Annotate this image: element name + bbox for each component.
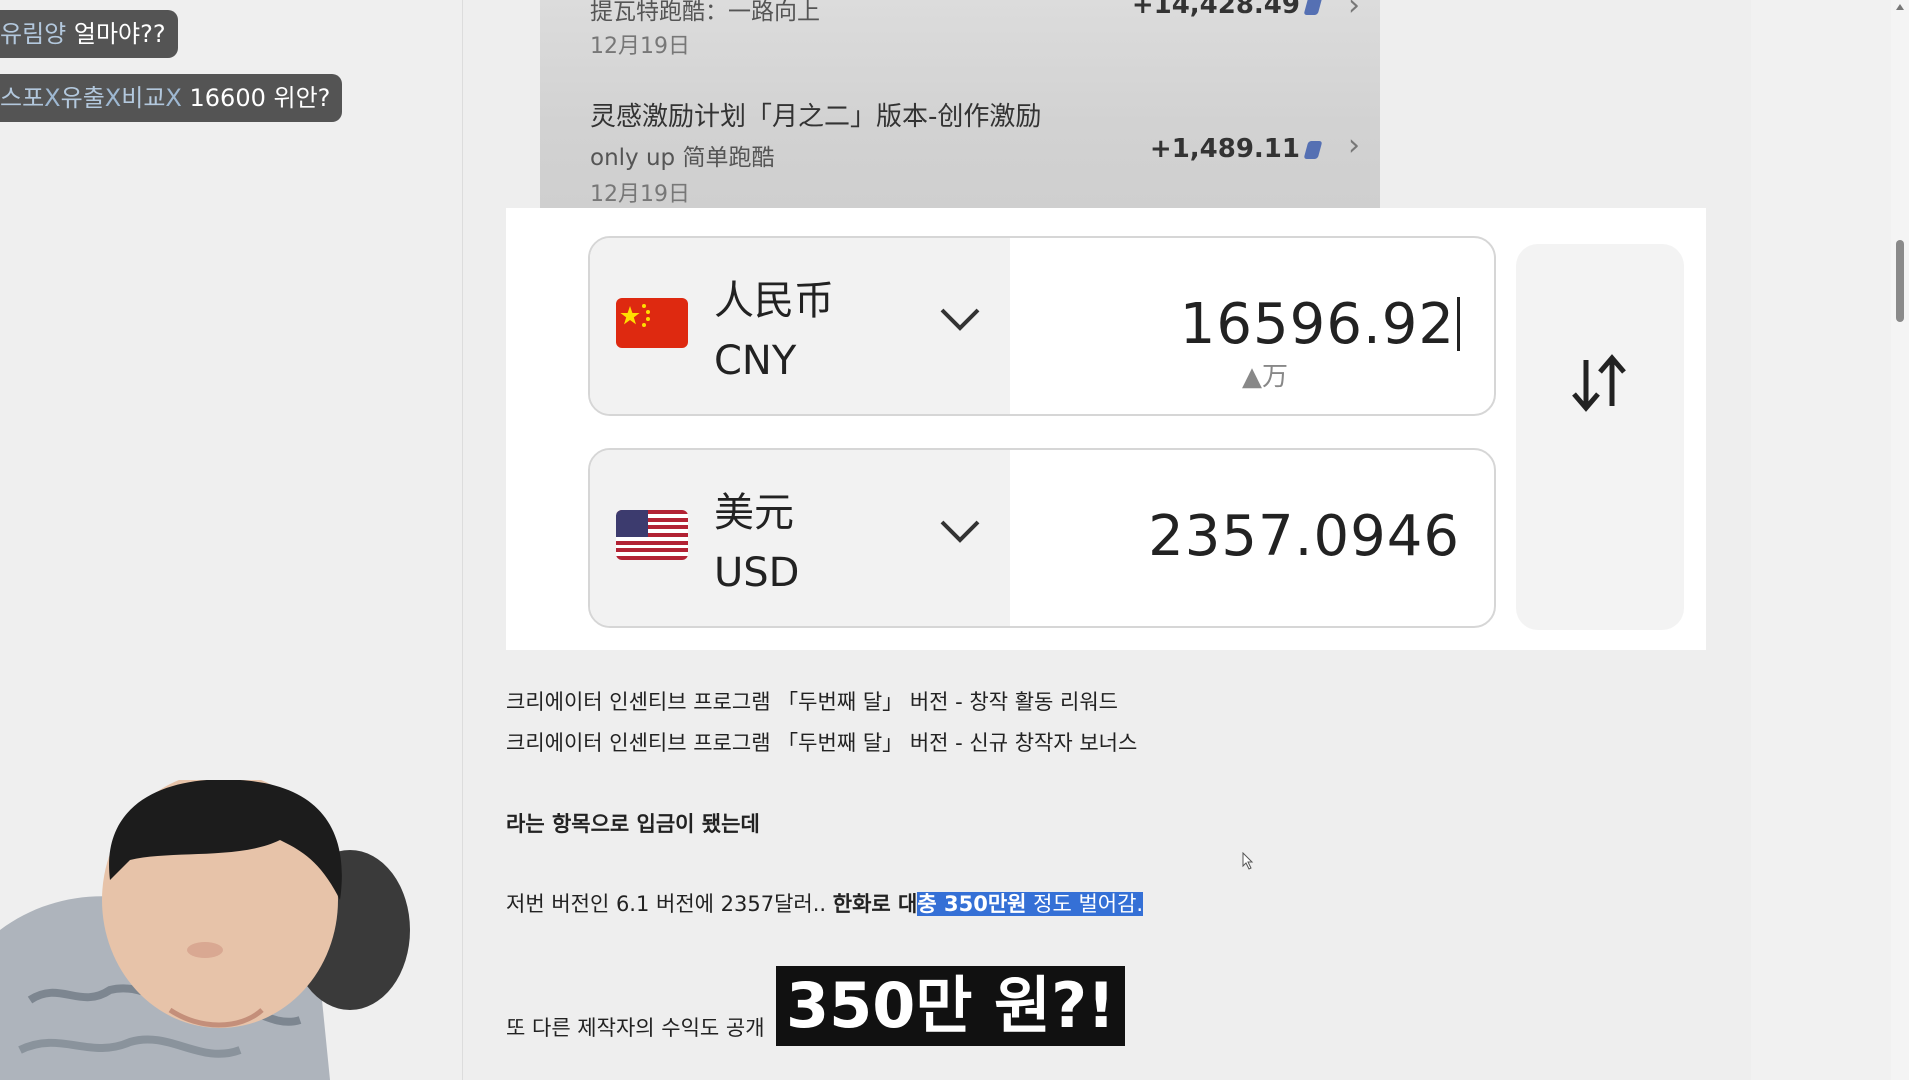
chevron-down-icon xyxy=(940,308,980,331)
chat-username-separator: X xyxy=(104,84,122,112)
coin-icon xyxy=(1303,0,1323,15)
chat-username-part: 스포 xyxy=(0,84,45,112)
currency-name: 人民币 xyxy=(714,278,834,324)
currency-converter: 人民币 CNY 16596.92 ▲万 美元 USD 2357.0946 xyxy=(506,208,1706,650)
chat-text: 얼마야?? xyxy=(73,20,166,48)
swap-arrows-icon xyxy=(1572,354,1626,412)
scrollbar-thumb[interactable] xyxy=(1896,240,1904,322)
text-cursor xyxy=(1457,297,1460,351)
chat-username: 유림양 xyxy=(0,20,67,48)
text-segment: 저번 버전인 6.1 버전에 2357달러.. xyxy=(506,892,833,916)
chevron-right-icon: › xyxy=(1348,128,1360,163)
chat-username-separator: X xyxy=(44,84,61,112)
currency-selector-from[interactable]: 人民币 CNY xyxy=(590,238,1010,414)
text-selection: 정도 벌어감. xyxy=(1026,892,1144,916)
chat-message: 유림양 얼마야?? xyxy=(0,10,178,58)
income-row-date: 12月19日 xyxy=(590,34,690,59)
text-segment-bold: 한화로 대 xyxy=(832,892,918,916)
income-row-date: 12月19日 xyxy=(590,182,690,207)
income-row-title: 灵感激励计划「月之二」版本-创作激励 xyxy=(590,102,1042,132)
chevron-right-icon: › xyxy=(1348,0,1360,23)
article-line: 라는 항목으로 입금이 됐는데 xyxy=(506,812,760,836)
scroll-up-arrow-icon[interactable] xyxy=(1896,4,1904,10)
income-row-subtitle: 提瓦特跑酷：一路向上 xyxy=(590,0,820,25)
scrollbar[interactable] xyxy=(1891,0,1909,1080)
swap-currency-button[interactable] xyxy=(1516,244,1684,630)
article-line: 또 다른 제작자의 수익도 공개 xyxy=(506,1016,765,1040)
webcam-person-overlay xyxy=(0,780,410,1080)
amount-input[interactable]: 16596.92 xyxy=(1180,292,1460,357)
currency-name: 美元 xyxy=(714,490,794,536)
chat-username-separator: X xyxy=(165,84,182,112)
currency-selector-to[interactable]: 美元 USD xyxy=(590,450,1010,626)
unit-hint: ▲万 xyxy=(1242,362,1288,392)
usa-flag-icon xyxy=(616,510,688,560)
converted-amount: 2357.0946 xyxy=(1148,504,1460,569)
currency-code: USD xyxy=(714,550,800,596)
currency-code: CNY xyxy=(714,338,797,384)
converter-row-from: 人民币 CNY 16596.92 ▲万 xyxy=(588,236,1496,416)
chat-username-part: 비교 xyxy=(121,84,166,112)
chat-message: 스포X유출X비교X 16600 위안? xyxy=(0,74,343,122)
article-line: 크리에이터 인센티브 프로그램 「두번째 달」 버전 - 창작 활동 리워드 xyxy=(506,690,1118,714)
chevron-down-icon xyxy=(940,520,980,543)
right-background xyxy=(1751,0,1891,1080)
article-line-selected: 저번 버전인 6.1 버전에 2357달러.. 한화로 대충 350만원 정도 … xyxy=(506,888,1144,918)
text-selection-bold: 충 350만원 xyxy=(917,892,1027,916)
chat-username-part: 유출 xyxy=(60,84,105,112)
embedded-income-list: 提瓦特跑酷：一路向上 +14,428.49 › 12月19日 灵感激励计划「月之… xyxy=(540,0,1380,208)
income-row-amount: +14,428.49 xyxy=(1132,0,1323,20)
video-caption: 350만 원?! xyxy=(776,966,1126,1046)
income-row-subtitle: only up 简单跑酷 xyxy=(590,145,775,171)
chat-text: 16600 위안? xyxy=(189,84,331,112)
converter-row-to: 美元 USD 2357.0946 xyxy=(588,448,1496,628)
income-row-amount: +1,489.11 xyxy=(1150,134,1323,164)
article-line: 크리에이터 인센티브 프로그램 「두번째 달」 버전 - 신규 창작자 보너스 xyxy=(506,731,1138,755)
china-flag-icon xyxy=(616,298,688,348)
coin-icon xyxy=(1303,140,1323,159)
mouse-cursor-icon xyxy=(1242,852,1254,870)
